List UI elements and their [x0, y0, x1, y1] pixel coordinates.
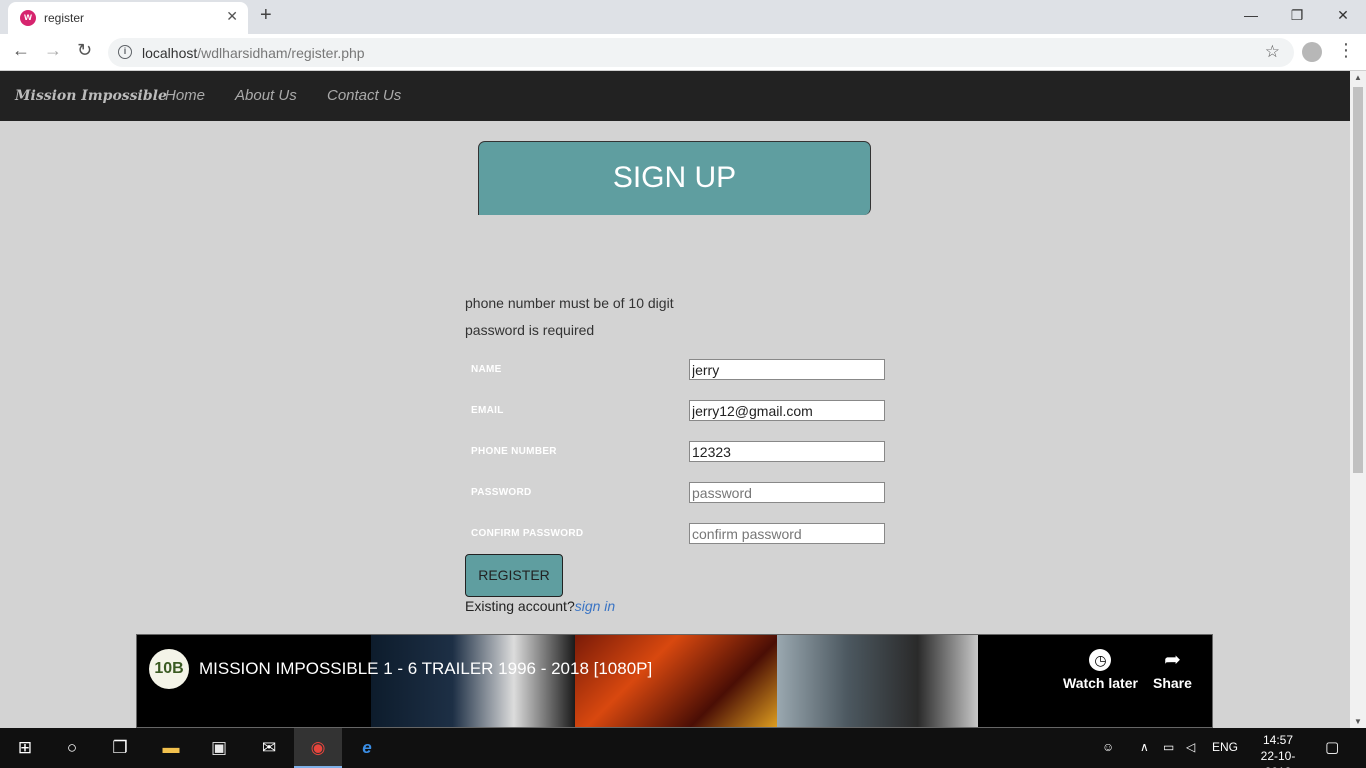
error-message-phone: phone number must be of 10 digit — [465, 295, 674, 311]
watch-later-button[interactable]: ◷ Watch later — [1063, 649, 1138, 693]
star-icon[interactable]: ☆ — [1265, 42, 1280, 62]
minimize-icon[interactable]: — — [1228, 4, 1274, 28]
nav-about-us[interactable]: About Us — [235, 87, 297, 104]
phone-label: PHONE NUMBER — [471, 446, 557, 457]
favicon-icon: w — [20, 10, 36, 26]
windows-icon[interactable]: ⊞ — [14, 737, 36, 759]
site-brand[interactable]: Mission Impossible — [15, 88, 167, 104]
page-scrollbar[interactable]: ▲ ▼ — [1350, 71, 1366, 728]
profile-icon[interactable] — [1302, 42, 1322, 62]
name-input[interactable] — [689, 359, 885, 380]
share-label: Share — [1153, 675, 1192, 691]
channel-logo[interactable]: 10B — [149, 649, 189, 689]
nav-home[interactable]: Home — [165, 87, 205, 104]
windows-taskbar: ⊞ ○ ❐ ▬ ▣ ✉ ◉ e ☺ ∧ ▭ ◁ ENG 14:57 22-10-… — [0, 728, 1366, 768]
task-view-icon[interactable]: ❐ — [109, 737, 131, 759]
chrome-taskbar-button[interactable]: ◉ — [294, 728, 342, 768]
scroll-thumb[interactable] — [1353, 87, 1363, 473]
edge-icon[interactable]: e — [356, 737, 378, 759]
signup-heading: SIGN UP — [478, 141, 871, 215]
restore-icon[interactable]: ❐ — [1274, 4, 1320, 28]
video-thumbnail — [371, 635, 575, 727]
password-label: PASSWORD — [471, 487, 532, 498]
video-thumbnail — [575, 635, 777, 727]
confirm-password-input[interactable] — [689, 523, 885, 544]
page-viewport: Mission Impossible Home About Us Contact… — [0, 71, 1350, 728]
scroll-up-icon[interactable]: ▲ — [1354, 73, 1362, 82]
browser-tabstrip: w register ✕ + — ❐ ✕ — [0, 0, 1366, 34]
forward-icon[interactable]: → — [44, 40, 62, 61]
tab-title: register — [44, 11, 85, 25]
scroll-down-icon[interactable]: ▼ — [1354, 717, 1362, 726]
info-icon[interactable]: i — [118, 45, 132, 59]
sign-in-link[interactable]: sign in — [575, 598, 615, 614]
mail-icon[interactable]: ✉ — [258, 737, 280, 759]
register-button[interactable]: REGISTER — [465, 554, 563, 597]
nav-contact-us[interactable]: Contact Us — [327, 87, 401, 104]
menu-icon[interactable]: ⋮ — [1337, 40, 1355, 61]
browser-toolbar: ← → ↻ i localhost/wdlharsidham/register.… — [0, 34, 1366, 71]
error-message-password: password is required — [465, 322, 595, 338]
email-input[interactable] — [689, 400, 885, 421]
store-icon[interactable]: ▣ — [208, 737, 230, 759]
existing-account-text: Existing account?sign in — [465, 598, 615, 614]
search-circle-icon[interactable]: ○ — [61, 737, 83, 759]
tab-close-icon[interactable]: ✕ — [226, 8, 238, 25]
new-tab-button[interactable]: + — [260, 4, 272, 27]
video-thumbnail — [777, 635, 978, 727]
address-bar[interactable]: i localhost/wdlharsidham/register.php ☆ — [108, 38, 1294, 67]
confirm-password-label: CONFIRM PASSWORD — [471, 528, 584, 539]
back-icon[interactable]: ← — [12, 40, 30, 61]
chrome-icon: ◉ — [310, 738, 326, 757]
taskbar-clock[interactable]: 14:57 22-10-2018 — [1248, 732, 1308, 768]
browser-tab[interactable]: w register ✕ — [8, 2, 248, 34]
password-input[interactable] — [689, 482, 885, 503]
existing-account-label: Existing account? — [465, 598, 575, 614]
share-icon: ➦ — [1164, 649, 1181, 671]
language-indicator[interactable]: ENG — [1212, 740, 1238, 754]
clock-icon: ◷ — [1089, 649, 1112, 671]
clock-date: 22-10-2018 — [1260, 749, 1296, 768]
reload-icon[interactable]: ↻ — [77, 40, 92, 61]
name-label: NAME — [471, 364, 502, 375]
site-navbar: Mission Impossible Home About Us Contact… — [0, 71, 1350, 121]
volume-icon[interactable]: ◁ — [1186, 740, 1195, 754]
notification-icon[interactable]: ▢ — [1325, 738, 1339, 756]
window-close-icon[interactable]: ✕ — [1320, 4, 1366, 28]
url-text: localhost/wdlharsidham/register.php — [142, 45, 365, 61]
clock-time: 14:57 — [1262, 733, 1294, 747]
network-icon[interactable]: ▭ — [1163, 740, 1174, 754]
video-title[interactable]: MISSION IMPOSSIBLE 1 - 6 TRAILER 1996 - … — [199, 659, 652, 679]
share-button[interactable]: ➦ Share — [1153, 649, 1192, 693]
phone-input[interactable] — [689, 441, 885, 462]
video-embed[interactable]: 10B MISSION IMPOSSIBLE 1 - 6 TRAILER 199… — [136, 634, 1213, 728]
email-label: EMAIL — [471, 405, 504, 416]
people-icon[interactable]: ☺ — [1102, 740, 1114, 754]
folder-icon[interactable]: ▬ — [160, 737, 182, 759]
chevron-up-icon[interactable]: ∧ — [1140, 740, 1149, 754]
watch-later-label: Watch later — [1063, 675, 1138, 691]
